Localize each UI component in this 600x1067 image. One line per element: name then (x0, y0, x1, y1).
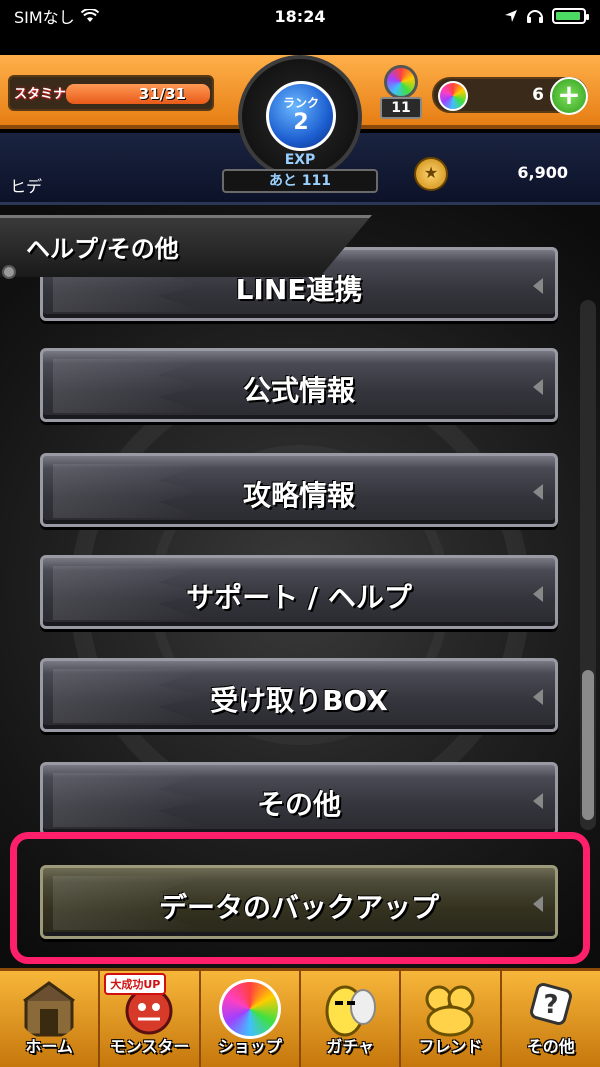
nav-label: その他 (526, 1037, 575, 1056)
menu-item-official-info[interactable]: 公式情報 (40, 348, 558, 422)
stamina-gauge: スタミナ 31/31 (8, 75, 214, 111)
promo-badge: 大成功UP (104, 973, 167, 995)
gacha-egg-icon (325, 985, 377, 1037)
nav-shop[interactable]: ショップ (201, 971, 301, 1067)
menu-item-label: 受け取りBOX (210, 684, 388, 717)
nav-label: フレンド (418, 1037, 483, 1056)
headphones-icon (527, 10, 543, 23)
rank-value: 2 (293, 110, 309, 135)
orb-count: 6 (532, 85, 544, 105)
exp-remaining: あと 111 (222, 169, 378, 193)
scrollbar[interactable] (580, 300, 596, 830)
home-icon (23, 981, 76, 1037)
menu-item-support-help[interactable]: サポート / ヘルプ (40, 555, 558, 629)
svg-text:?: ? (543, 990, 558, 1020)
player-name: ヒデ (10, 177, 43, 196)
menu-item-label: その他 (256, 788, 341, 821)
nav-label: ショップ (217, 1037, 282, 1056)
buy-orb-button[interactable]: + (550, 77, 588, 115)
arrow-left-icon (533, 278, 543, 294)
nav-label: モンスター (109, 1037, 190, 1056)
lucky-orb-icon (384, 65, 418, 99)
nav-gacha[interactable]: ガチャ (301, 971, 402, 1067)
nav-label: ホーム (25, 1037, 73, 1056)
lucky-orb-count: 11 (380, 97, 422, 119)
menu-item-other[interactable]: その他 (40, 762, 558, 836)
menu-item-label: 公式情報 (242, 374, 355, 407)
orb-icon (438, 81, 468, 111)
nav-other[interactable]: ? その他 (502, 971, 600, 1067)
section-dot-icon (2, 265, 16, 279)
nav-friend[interactable]: フレンド (401, 971, 502, 1067)
section-title: ヘルプ/その他 (26, 235, 179, 263)
exp-label: EXP (284, 152, 316, 168)
arrow-left-icon (533, 484, 543, 500)
exp-indicator: EXP あと 111 (222, 152, 378, 194)
menu-item-label: 攻略情報 (242, 479, 355, 512)
menu-item-label: サポート / ヘルプ (186, 581, 412, 614)
bottom-nav: ホーム 大成功UP モンスター ショップ ガチャ フレンド ? その他 (0, 968, 600, 1067)
location-icon (505, 10, 517, 22)
arrow-left-icon (533, 586, 543, 602)
menu-item-strategy-info[interactable]: 攻略情報 (40, 453, 558, 527)
status-icons (504, 8, 589, 24)
coin-count: 6,900 (517, 163, 568, 182)
highlight-box (10, 832, 590, 964)
battery-icon (552, 8, 589, 24)
stamina-value: 31/31 (138, 85, 186, 103)
menu-item-inbox[interactable]: 受け取りBOX (40, 658, 558, 732)
stamina-label: スタミナ (14, 87, 67, 102)
arrow-left-icon (533, 793, 543, 809)
status-bar: SIMなし 18:24 (0, 0, 600, 32)
nav-home[interactable]: ホーム (0, 971, 101, 1067)
shop-orb-icon (218, 979, 281, 1039)
scrollbar-thumb[interactable] (582, 670, 594, 820)
nav-monster[interactable]: 大成功UP モンスター (100, 971, 201, 1067)
section-header: ヘルプ/その他 (0, 215, 372, 279)
lucky-orb-counter[interactable]: 11 (376, 65, 426, 121)
other-icon: ? (529, 983, 572, 1025)
orb-counter: 6 + (432, 77, 588, 115)
arrow-left-icon (533, 689, 543, 705)
menu-content: ヘルプ/その他 LINE連携 公式情報 攻略情報 サポート / ヘルプ 受け取り… (0, 205, 600, 970)
friend-icon (425, 985, 475, 1037)
coin-icon: ★ (414, 157, 448, 191)
rank-badge: ランク 2 (266, 81, 336, 151)
rank-label: ランク (282, 96, 319, 110)
arrow-left-icon (533, 379, 543, 395)
nav-label: ガチャ (326, 1037, 375, 1056)
